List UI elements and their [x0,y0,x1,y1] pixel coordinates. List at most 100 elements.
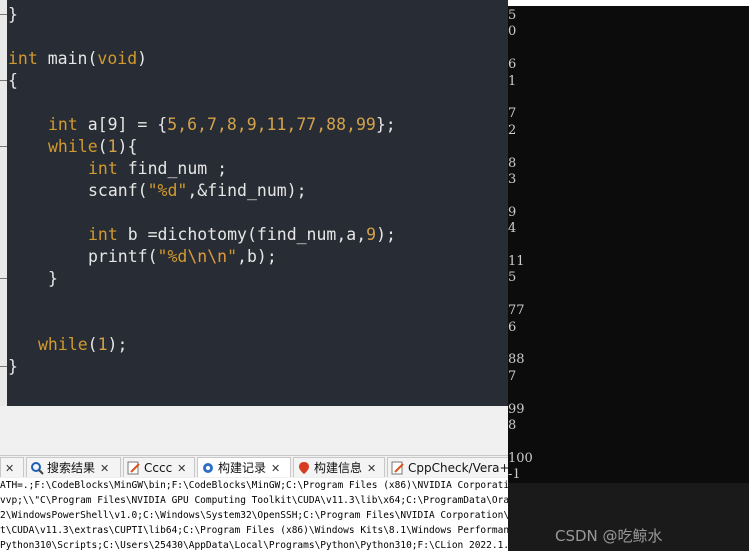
log-line: t\CUDA\v11.3\extras\CUPTI\lib64;C:\Progr… [0,525,508,536]
code-token: ){ [117,137,138,156]
close-icon[interactable]: ✕ [5,459,14,479]
code-token: ,b); [237,247,277,266]
number-token: 5,6,7,8,9,11,77,88,99 [167,115,376,134]
code-line: while(1){ [48,136,137,158]
code-line: } [48,268,58,290]
tab-search-results[interactable]: 搜索结果 ✕ [26,457,121,477]
code-line: } [8,4,18,26]
tab-label: 搜索结果 [47,461,96,475]
console-line: 7 [508,106,517,122]
close-icon[interactable]: ✕ [271,459,280,479]
close-icon[interactable]: ✕ [367,459,376,479]
code-token: { [8,71,18,90]
code-token: find_num ; [117,159,228,178]
console-line: 8 [508,155,517,171]
console-line: 88 [508,352,525,368]
tab-close-partial[interactable]: ✕ [0,457,24,477]
console-line: 1 [508,73,517,89]
string-token: "%d [157,247,188,266]
code-token: main( [37,49,98,68]
log-line: Python310\Scripts;C:\Users\25430\AppData… [0,540,508,551]
console-line: 8 [508,418,517,433]
tab-label: 构建信息 [314,461,363,475]
code-token: ( [97,137,108,156]
code-line: int a[9] = {5,6,7,8,9,11,77,88,99}; [48,114,396,136]
code-token: }; [375,115,396,134]
string-token: " [227,247,238,266]
console-line: 0 [508,24,517,40]
fold-marker[interactable] [0,80,7,81]
splitter[interactable] [0,406,508,455]
code-token: ); [376,225,396,244]
build-log-panel[interactable]: ATH=.;F:\CodeBlocks\MinGW\bin;F:\CodeBlo… [0,478,508,551]
close-icon[interactable]: ✕ [100,459,109,479]
editor-gutter [0,0,7,406]
close-icon[interactable]: ✕ [177,459,186,479]
fold-marker[interactable] [0,366,7,367]
code-line: int b =dichotomy(find_num,a,9); [88,224,396,246]
code-token: scanf( [88,181,148,200]
code-line: printf("%d\n\n",b); [88,246,277,268]
code-token: } [8,357,18,376]
gear-icon [201,461,215,475]
console-line: 3 [508,172,517,187]
keyword-token: int [48,115,78,134]
fold-marker[interactable] [0,14,7,15]
tab-label: Cccc [144,461,173,475]
tab-cccc[interactable]: Cccc ✕ [123,457,195,477]
tab-cppcheck[interactable]: CppCheck/Vera++ [387,457,520,477]
log-tab-bar: ✕ 搜索结果 ✕ Cccc ✕ 构建记录 ✕ 构建信息 ✕ CppCheck/Vera+… [0,455,520,479]
console-line: 6 [508,57,517,73]
escape-token: \n\n [187,247,228,266]
console-line: 2 [508,122,517,138]
tab-build-messages[interactable]: 构建信息 ✕ [293,457,385,477]
number-token: 1 [107,137,118,156]
fold-marker[interactable] [0,146,7,147]
code-line: scanf("%d",&find_num); [88,180,307,202]
console-line: 11 [508,254,525,269]
keyword-token: while [48,137,98,156]
log-line: ATH=.;F:\CodeBlocks\MinGW\bin;F:\CodeBlo… [0,480,508,491]
tab-label: CppCheck/Vera++ [408,461,520,475]
code-token: ( [87,335,98,354]
watermark: CSDN @吃鲸水 [555,527,663,545]
code-token: } [8,5,18,24]
keyword-token: int [88,159,118,178]
console-line: 99 [508,401,525,417]
console-line: 4 [508,221,517,237]
search-icon [30,461,44,475]
code-token: ) [137,49,148,68]
code-token: printf( [88,247,158,266]
code-token: } [48,269,58,288]
number-token: 1 [97,335,108,354]
keyword-token: while [38,335,88,354]
console-output[interactable]: 5 0 6 1 7 2 8 3 9 4 11 5 77 6 88 7 99 8 100 -1 [508,6,749,483]
code-token: ,&find_num); [187,181,307,200]
tab-label: 构建记录 [218,461,267,475]
code-line: { [8,70,18,92]
document-edit-icon [127,461,141,475]
code-editor[interactable]: } int main(void) { int a[9] = {5,6,7,8,9… [0,0,508,406]
keyword-token: int [8,49,38,68]
code-line: int main(void) [8,48,147,70]
code-line: } [8,356,18,378]
console-line: 9 [508,204,517,220]
console-line: 5 [508,270,517,286]
code-token: b =dichotomy(find_num,a, [117,225,367,244]
log-line: 2\WindowsPowerShell\v1.0;C:\Windows\Syst… [0,510,508,521]
fold-marker[interactable] [0,278,7,279]
log-line: vvp;\\"C\Program Files\NVIDIA GPU Comput… [0,495,508,506]
code-line: while(1); [38,334,127,356]
marker-icon [297,461,311,475]
console-line: 5 [508,8,517,23]
code-line: int find_num ; [88,158,227,180]
console-line: 6 [508,319,517,335]
console-line: 77 [508,303,525,319]
string-token: "%d" [147,181,188,200]
code-token: ); [107,335,128,354]
keyword-token: int [88,225,118,244]
number-token: 9 [366,225,377,244]
console-line: 7 [508,368,517,384]
code-token: a[9] = { [77,115,168,134]
tab-build-log[interactable]: 构建记录 ✕ [197,457,291,477]
